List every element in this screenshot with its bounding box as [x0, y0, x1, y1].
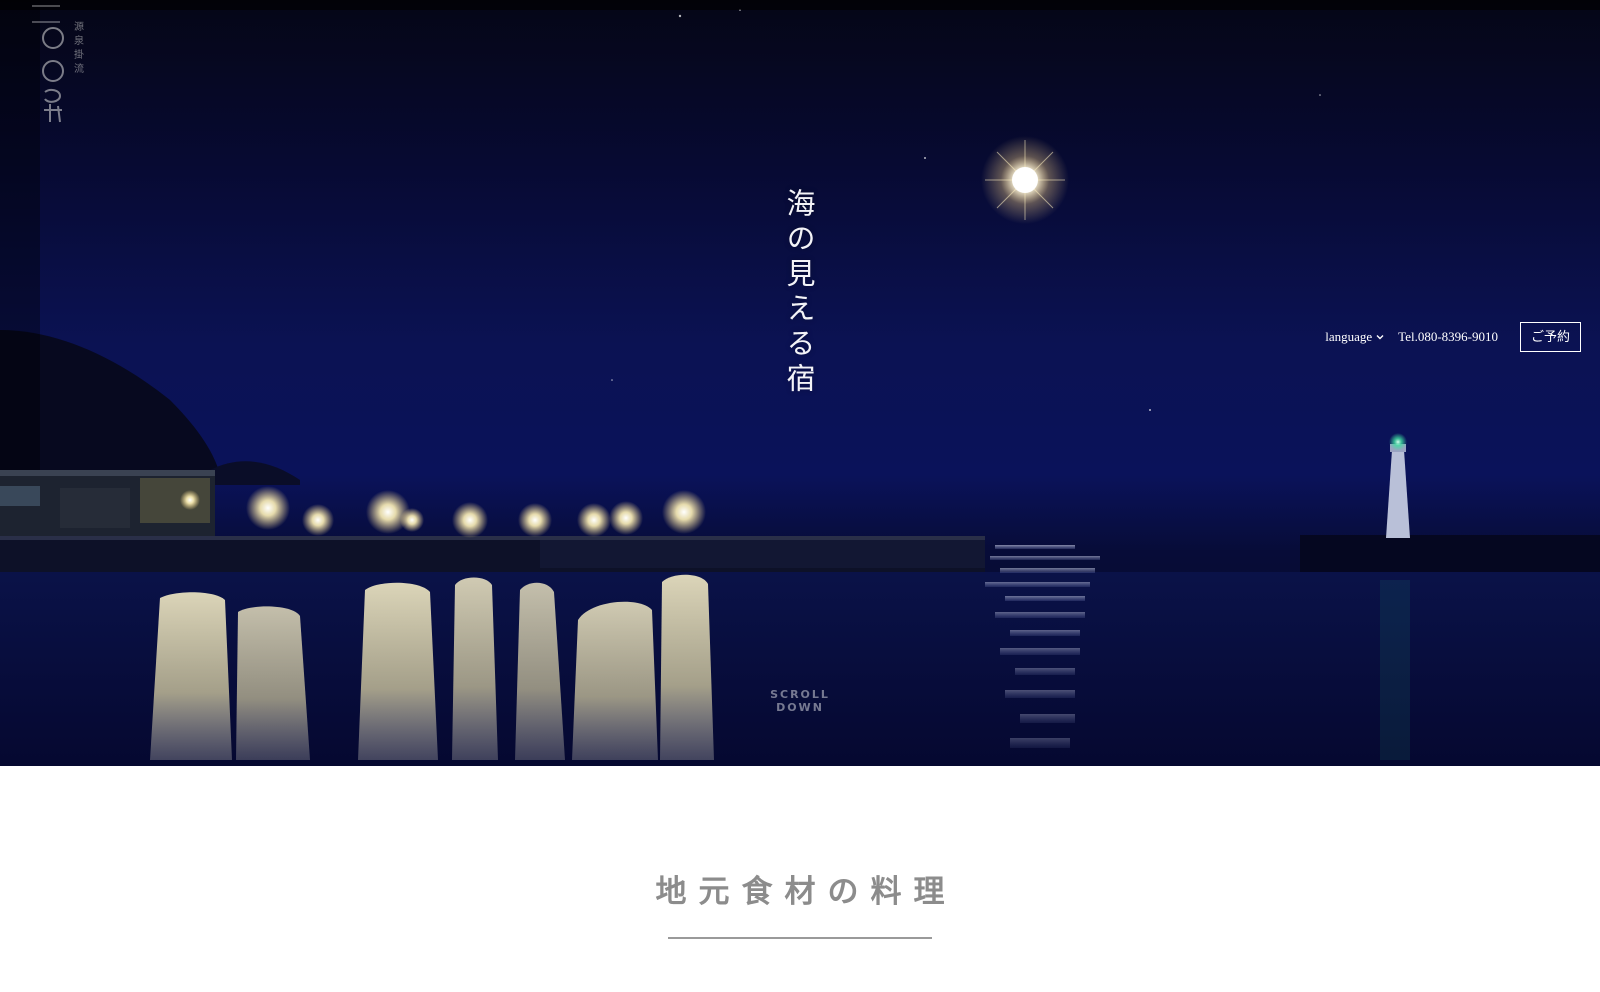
reserve-button[interactable]: ご予約: [1519, 322, 1581, 352]
header-nav: language Tel.080-8396-9010 ご予約: [1325, 322, 1581, 352]
section-title: 地元食材の料理: [655, 874, 957, 910]
language-label: language: [1325, 329, 1373, 344]
svg-text:流: 流: [74, 62, 84, 75]
svg-text:掛: 掛: [74, 48, 84, 61]
scroll-down-link[interactable]: SCROLL DOWN: [745, 688, 855, 714]
phone-link[interactable]: Tel.080-8396-9010: [1398, 329, 1498, 345]
hero-tagline: 海の見える宿: [782, 188, 816, 398]
hero-section: 源 泉 掛 流 海の見える宿 language Tel.080-8396-901…: [0, 0, 1600, 766]
site-logo[interactable]: 源 泉 掛 流: [30, 4, 102, 124]
svg-text:泉: 泉: [74, 34, 84, 47]
svg-text:源: 源: [74, 20, 84, 33]
section-divider: [668, 937, 932, 939]
language-selector[interactable]: language: [1325, 329, 1384, 345]
chevron-down-icon: [1376, 335, 1384, 340]
